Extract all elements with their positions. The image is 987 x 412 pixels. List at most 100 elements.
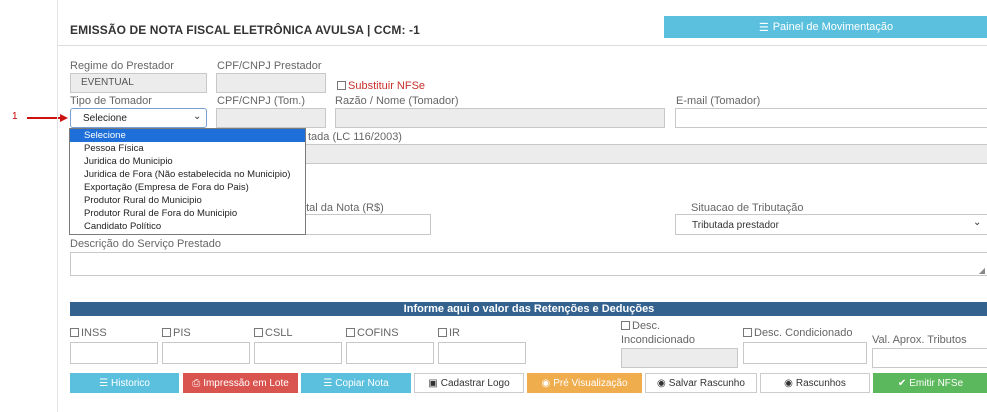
image-icon: ▣ <box>428 377 438 389</box>
desc-condicionado-checkbox[interactable] <box>743 328 752 337</box>
ir-field[interactable] <box>438 342 526 364</box>
pis-checkbox[interactable] <box>162 328 171 337</box>
razao-tomador-field[interactable] <box>335 108 665 128</box>
cpf-tomador-field[interactable] <box>216 108 326 128</box>
retencoes-header: Informe aqui o valor das Retenções e Ded… <box>70 302 987 316</box>
regime-field: EVENTUAL <box>70 73 207 93</box>
desc-incondicionado-label-2: Incondicionado <box>621 334 696 346</box>
atividade-label: tada (LC 116/2003) <box>308 131 402 143</box>
option-produtor-rural-municipio[interactable]: Produtor Rural do Municipio <box>70 194 305 207</box>
situacao-tributacao-label: Situacao de Tributação <box>691 202 804 214</box>
emitir-nfse-label: Emitir NFSe <box>909 377 964 389</box>
descricao-label: Descrição do Serviço Prestado <box>70 238 222 250</box>
razao-tomador-label: Razão / Nome (Tomador) <box>335 95 459 107</box>
csll-checkbox[interactable] <box>254 328 263 337</box>
option-exportacao[interactable]: Exportação (Empresa de Fora do Pais) <box>70 181 305 194</box>
ir-label: IR <box>449 327 460 339</box>
impressao-lote-label: Impressão em Lote <box>203 377 289 389</box>
desc-condicionado-field[interactable] <box>743 342 867 364</box>
email-tomador-field[interactable] <box>675 108 987 128</box>
emitir-nfse-button[interactable]: ✔ Emitir NFSe <box>873 373 987 393</box>
csll-label: CSLL <box>265 327 293 339</box>
cofins-field[interactable] <box>346 342 434 364</box>
cpf-tomador-label: CPF/CNPJ (Tom.) <box>217 95 305 107</box>
inss-checkbox[interactable] <box>70 328 79 337</box>
copiar-nota-button[interactable]: ☰ Copiar Nota <box>301 373 411 393</box>
list-icon: ☰ <box>99 377 109 389</box>
csll-option[interactable]: CSLL <box>254 327 293 339</box>
tipo-tomador-label: Tipo de Tomador <box>70 95 152 107</box>
impressao-lote-button[interactable]: ⎙ Impressão em Lote <box>183 373 298 393</box>
pre-visualizacao-button[interactable]: ◉ Pré Visualização <box>527 373 642 393</box>
cofins-label: COFINS <box>357 327 399 339</box>
panel-movimentacao-label: Painel de Movimentação <box>772 21 894 33</box>
desc-incondicionado-label-1: Desc. <box>632 320 661 332</box>
regime-value: EVENTUAL <box>81 77 134 88</box>
pis-option[interactable]: PIS <box>162 327 191 339</box>
historico-label: Historico <box>111 377 150 389</box>
option-pessoa-fisica[interactable]: Pessoa Física <box>70 142 305 155</box>
regime-label: Regime do Prestador <box>70 60 174 72</box>
eye-icon: ◉ <box>541 377 551 389</box>
option-juridica-fora[interactable]: Juridica de Fora (Não estabelecida no Mu… <box>70 168 305 181</box>
salvar-rascunho-label: Salvar Rascunho <box>668 377 745 389</box>
desc-incondicionado-field[interactable] <box>621 348 738 368</box>
cpf-prestador-label: CPF/CNPJ Prestador <box>217 60 322 72</box>
substituir-nfse-option[interactable]: Substituir NFSe <box>337 80 425 92</box>
tipo-tomador-value: Selecione <box>83 113 127 124</box>
situacao-tributacao-value: Tributada prestador <box>692 220 779 231</box>
list-icon: ☰ <box>758 21 769 34</box>
desc-condicionado-label: Desc. Condicionado <box>754 327 853 339</box>
pis-field[interactable] <box>162 342 250 364</box>
valor-nota-label: otal da Nota (R$) <box>300 202 384 214</box>
header-divider <box>58 45 987 46</box>
chevron-down-icon: ⌄ <box>193 111 202 122</box>
ir-option[interactable]: IR <box>438 327 460 339</box>
list-icon: ☰ <box>323 377 333 389</box>
desc-condicionado-option[interactable]: Desc. Condicionado <box>743 327 852 339</box>
eye-icon: ◉ <box>657 377 666 389</box>
option-juridica-municipio[interactable]: Juridica do Municipio <box>70 155 305 168</box>
cofins-checkbox[interactable] <box>346 328 355 337</box>
cpf-prestador-field[interactable] <box>216 73 326 93</box>
csll-field[interactable] <box>254 342 342 364</box>
tipo-tomador-options: Selecione Pessoa Física Juridica do Muni… <box>69 128 306 235</box>
tipo-tomador-select[interactable]: Selecione ⌄ <box>70 108 207 128</box>
valor-nota-field[interactable] <box>290 214 431 235</box>
pre-visualizacao-label: Pré Visualização <box>553 377 628 389</box>
historico-button[interactable]: ☰ Historico <box>70 373 179 393</box>
val-aprox-tributos-field[interactable] <box>872 348 987 368</box>
print-icon: ⎙ <box>192 377 201 389</box>
val-aprox-tributos-label: Val. Aprox. Tributos <box>872 334 967 346</box>
inss-field[interactable] <box>70 342 158 364</box>
rascunhos-label: Rascunhos <box>795 377 846 389</box>
panel-movimentacao-button[interactable]: ☰ Painel de Movimentação <box>664 16 987 38</box>
salvar-rascunho-button[interactable]: ◉ Salvar Rascunho <box>645 373 757 393</box>
page-title: EMISSÃO DE NOTA FISCAL ELETRÔNICA AVULSA… <box>70 23 420 37</box>
ir-checkbox[interactable] <box>438 328 447 337</box>
resize-handle-icon[interactable]: ◢ <box>979 266 985 275</box>
check-circle-icon: ✔ <box>897 377 907 389</box>
annotation-number: 1 <box>12 111 18 122</box>
desc-incondicionado-checkbox[interactable] <box>621 321 630 330</box>
desc-incondicionado-option[interactable]: Desc. <box>621 320 660 332</box>
cadastrar-logo-label: Cadastrar Logo <box>440 377 510 389</box>
annotation-arrow <box>27 117 61 119</box>
option-candidato-politico[interactable]: Candidato Político <box>70 220 305 233</box>
cofins-option[interactable]: COFINS <box>346 327 399 339</box>
copiar-nota-label: Copiar Nota <box>335 377 389 389</box>
rascunhos-button[interactable]: ◉ Rascunhos <box>760 373 870 393</box>
inss-label: INSS <box>81 327 107 339</box>
option-selecione[interactable]: Selecione <box>70 129 305 142</box>
eye-icon: ◉ <box>784 377 793 389</box>
descricao-textarea[interactable]: ◢ <box>70 252 987 276</box>
option-produtor-rural-fora[interactable]: Produtor Rural de Fora do Municipio <box>70 207 305 220</box>
pis-label: PIS <box>173 327 191 339</box>
email-tomador-label: E-mail (Tomador) <box>676 95 761 107</box>
chevron-down-icon: ⌄ <box>973 217 982 228</box>
situacao-tributacao-select[interactable]: Tributada prestador ⌄ <box>675 214 987 235</box>
inss-option[interactable]: INSS <box>70 327 107 339</box>
substituir-nfse-label: Substituir NFSe <box>348 80 426 92</box>
substituir-nfse-checkbox[interactable] <box>337 81 346 90</box>
cadastrar-logo-button[interactable]: ▣ Cadastrar Logo <box>414 373 524 393</box>
